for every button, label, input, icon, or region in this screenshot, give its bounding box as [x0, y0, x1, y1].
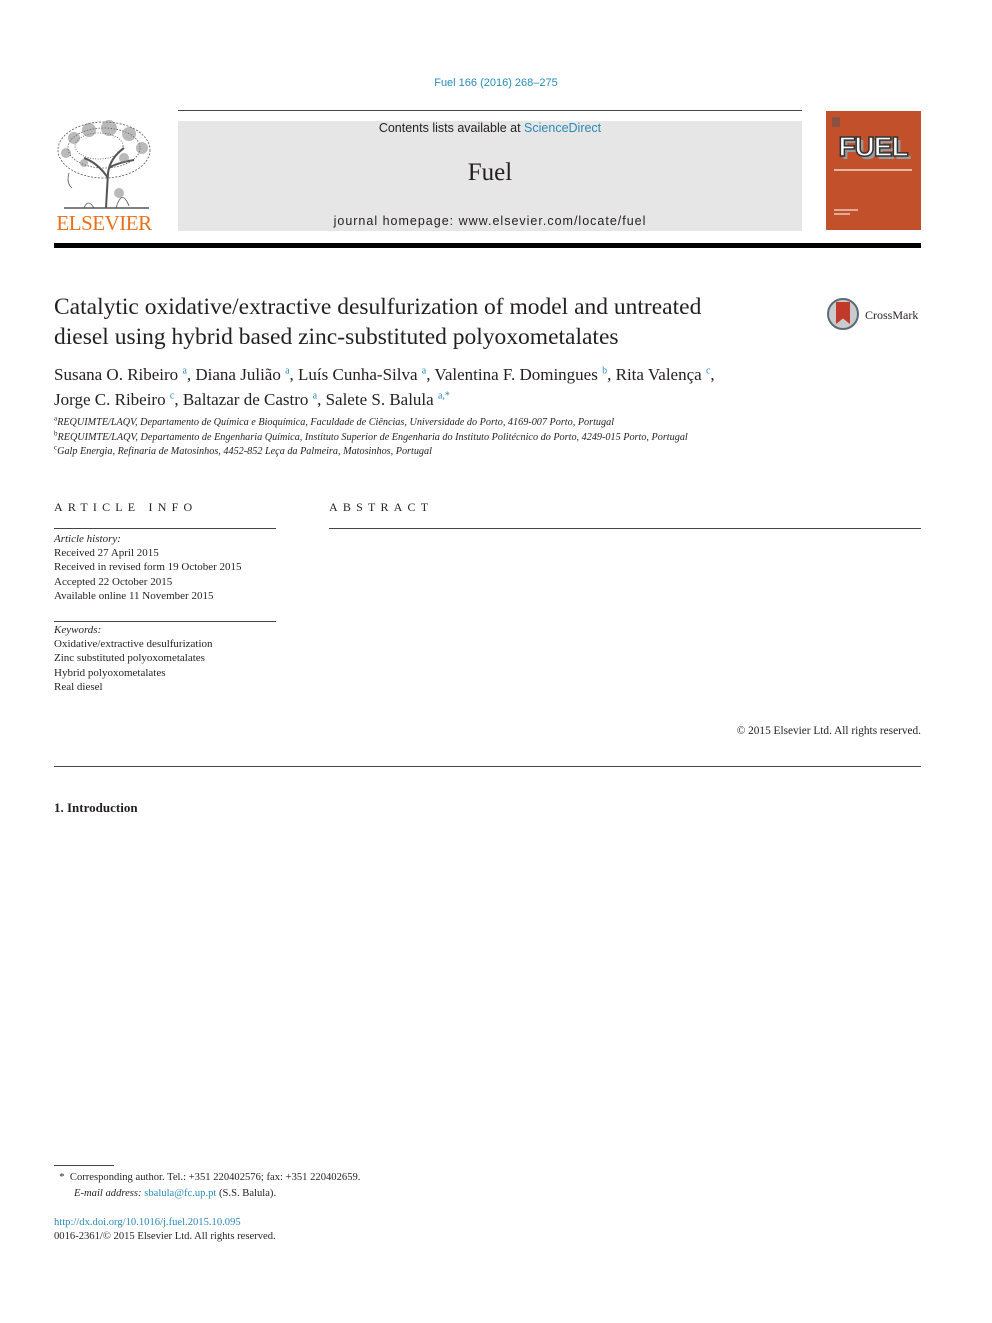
author[interactable]: Baltazar de Castro a [183, 390, 317, 409]
cover-footer-line [834, 213, 850, 215]
history-item: Received 27 April 2015 [54, 547, 159, 560]
cover-footer-line [834, 209, 858, 211]
affiliation: aREQUIMTE/LAQV, Departamento de Química … [54, 414, 615, 428]
footnote: * Corresponding author. Tel.: +351 22040… [54, 1170, 474, 1202]
keywords-label: Keywords: [54, 624, 102, 636]
keyword: Zinc substituted polyoxometalates [54, 652, 205, 665]
issn-copyright: 0016-2361/© 2015 Elsevier Ltd. All right… [54, 1231, 276, 1242]
history-item: Available online 11 November 2015 [54, 589, 214, 602]
keywords: Keywords: Oxidative/extractive desulfuri… [54, 623, 284, 694]
keyword: Hybrid polyoxometalates [54, 666, 166, 679]
corresponding-note: * Corresponding author. Tel.: +351 22040… [59, 1172, 361, 1183]
journal-citation-link[interactable]: Fuel 166 (2016) 268–275 [0, 77, 992, 89]
crossmark-button[interactable]: CrossMark [827, 298, 927, 334]
history-item: Accepted 22 October 2015 [54, 575, 173, 588]
author[interactable]: Jorge C. Ribeiro c [54, 390, 174, 409]
journal-cover-image: FUEL [826, 111, 921, 230]
journal-banner: Contents lists available at ScienceDirec… [178, 121, 802, 231]
cover-emblem [832, 117, 840, 127]
history-item: Received in revised form 19 October 2015 [54, 561, 242, 574]
header-thick-rule [54, 243, 921, 248]
footnote-rule [54, 1165, 114, 1166]
author-list: Susana O. Ribeiro a, Diana Julião a, Luí… [54, 365, 715, 409]
article-history: Article history: Received 27 April 2015 … [54, 532, 284, 603]
affiliations: aREQUIMTE/LAQV, Departamento de Química … [54, 414, 934, 460]
asterisk-icon: * [59, 1172, 65, 1183]
keyword: Oxidative/extractive desulfurization [54, 638, 213, 651]
article-info-heading: ARTICLE INFO [54, 500, 198, 514]
keyword: Real diesel [54, 680, 103, 693]
sciencedirect-link[interactable]: ScienceDirect [524, 121, 601, 135]
history-label: Article history: [54, 533, 121, 545]
title-line-2: diesel using hybrid based zinc-substitut… [54, 324, 619, 350]
divider [329, 528, 921, 529]
cover-subtitle-line [834, 169, 912, 171]
title-line-1: Catalytic oxidative/extractive desulfuri… [54, 294, 702, 320]
article-title: Catalytic oxidative/extractive desulfuri… [54, 292, 814, 352]
contents-prefix: Contents lists available at [378, 121, 525, 135]
author[interactable]: Diana Julião a [195, 365, 289, 384]
doi-link[interactable]: http://dx.doi.org/10.1016/j.fuel.2015.10… [54, 1216, 474, 1230]
cover-title: FUEL [838, 130, 910, 163]
author[interactable]: Valentina F. Domingues b [434, 365, 607, 384]
crossmark-label: CrossMark [865, 308, 919, 322]
affiliation: bREQUIMTE/LAQV, Departamento de Engenhar… [54, 429, 688, 443]
elsevier-logo: ELSEVIER [54, 118, 154, 235]
affiliation: cGalp Energia, Refinaria de Matosinhos, … [54, 444, 432, 458]
author[interactable]: Luís Cunha-Silva a [298, 365, 426, 384]
abstract-copyright: © 2015 Elsevier Ltd. All rights reserved… [736, 725, 921, 737]
doi-block: http://dx.doi.org/10.1016/j.fuel.2015.10… [54, 1216, 474, 1244]
elsevier-wordmark: ELSEVIER [56, 211, 152, 235]
elsevier-tree-icon [57, 120, 151, 209]
journal-homepage[interactable]: journal homepage: www.elsevier.com/locat… [178, 214, 802, 228]
abstract-heading: ABSTRACT [329, 500, 434, 514]
author-corresponding[interactable]: Salete S. Balula a,* [326, 390, 450, 409]
divider [54, 528, 276, 529]
contents-line: Contents lists available at ScienceDirec… [178, 121, 802, 135]
author[interactable]: Rita Valença c [616, 365, 711, 384]
author[interactable]: Susana O. Ribeiro a [54, 365, 187, 384]
divider [54, 766, 921, 767]
email-line: E-mail address: sbalula@fc.up.pt (S.S. B… [74, 1188, 277, 1199]
email-link[interactable]: sbalula@fc.up.pt [144, 1188, 216, 1199]
header-rule [178, 110, 802, 111]
section-heading: 1. Introduction [54, 800, 138, 815]
journal-name: Fuel [467, 159, 513, 186]
divider [54, 621, 276, 622]
